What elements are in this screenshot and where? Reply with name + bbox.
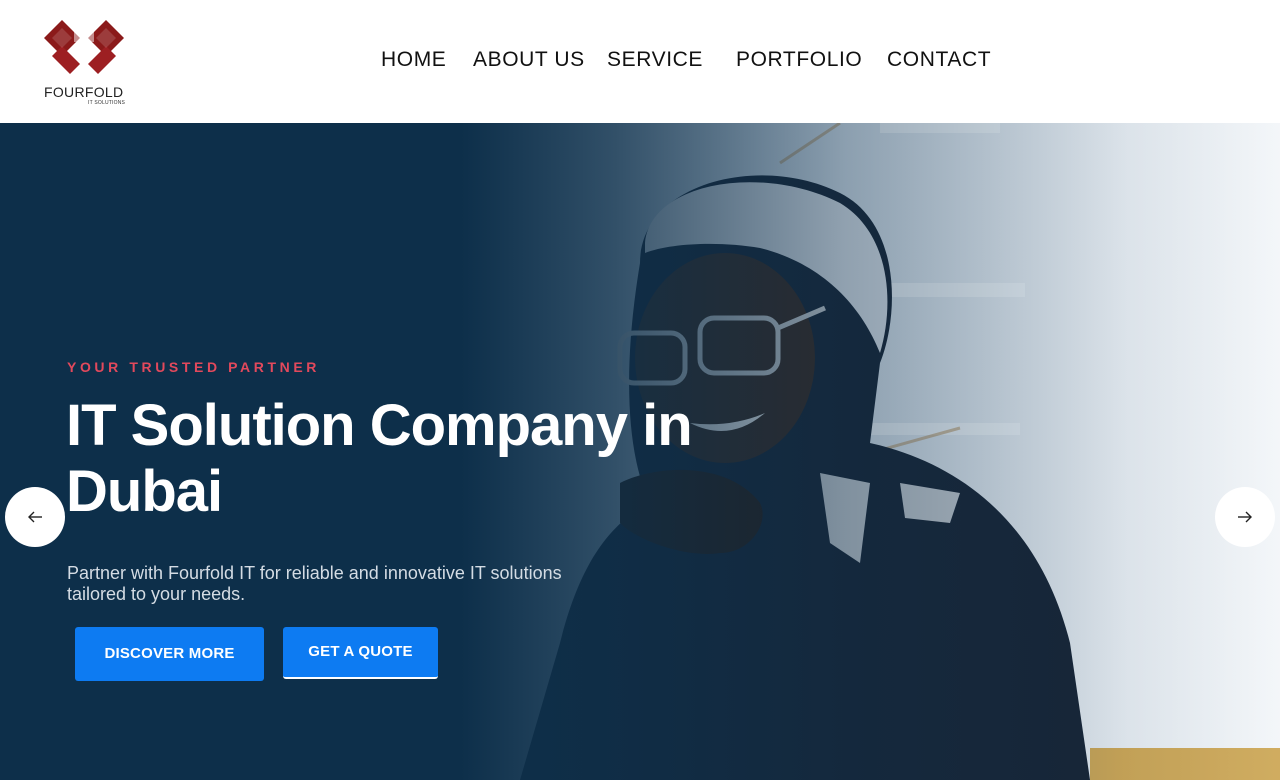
- slider-prev-button[interactable]: [5, 487, 65, 547]
- nav-item-portfolio[interactable]: PORTFOLIO: [736, 48, 862, 72]
- brand-logo[interactable]: FOURFOLD IT SOLUTIONS: [38, 14, 130, 110]
- hero-eyebrow: YOUR TRUSTED PARTNER: [67, 359, 320, 375]
- brand-tagline: IT SOLUTIONS: [88, 100, 126, 106]
- arrow-right-icon: [1238, 511, 1252, 523]
- arrow-left-icon: [28, 511, 42, 523]
- hero-title-line-2: Dubai: [66, 459, 223, 524]
- nav-item-home[interactable]: HOME: [381, 48, 446, 72]
- hero-description-line-2: tailored to your needs.: [67, 584, 246, 604]
- hero-slider: YOUR TRUSTED PARTNER IT Solution Company…: [0, 123, 1280, 780]
- hero-title-line-1: IT Solution Company in: [66, 393, 693, 458]
- get-a-quote-button[interactable]: GET A QUOTE: [283, 627, 438, 679]
- discover-more-button[interactable]: DISCOVER MORE: [75, 627, 264, 681]
- slider-next-button[interactable]: [1215, 487, 1275, 547]
- hero-title: IT Solution Company in Dubai: [66, 393, 726, 525]
- hero-description: Partner with Fourfold IT for reliable an…: [67, 563, 627, 605]
- nav-item-contact[interactable]: CONTACT: [887, 48, 991, 72]
- hero-description-line-1: Partner with Fourfold IT for reliable an…: [67, 563, 562, 583]
- nav-item-service[interactable]: SERVICE: [607, 48, 703, 72]
- nav-item-about-us[interactable]: ABOUT US: [473, 48, 585, 72]
- brand-name: FOURFOLD: [44, 84, 124, 100]
- fourfold-logo-mark: [44, 20, 124, 74]
- site-header: FOURFOLD IT SOLUTIONS HOME ABOUT US SERV…: [0, 0, 1280, 123]
